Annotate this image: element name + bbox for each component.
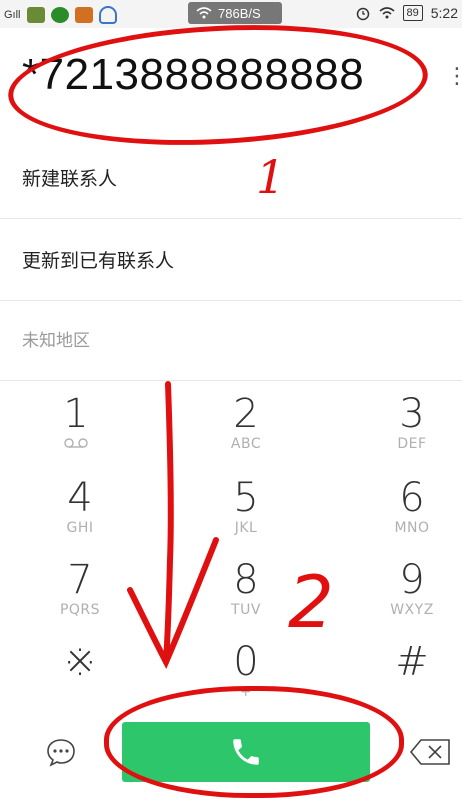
signal-indicator: Gıll — [4, 9, 21, 21]
key-9[interactable]: 9 WXYZ — [362, 558, 462, 618]
annotation-circle-2 — [104, 686, 404, 798]
key-4[interactable]: 4 GHI — [30, 476, 130, 536]
update-contact-label: 更新到已有联系人 — [22, 250, 175, 272]
key-8[interactable]: 8 TUV — [196, 558, 296, 618]
key-5[interactable]: 5 JKL — [196, 476, 296, 536]
mail-icon — [74, 7, 93, 23]
key-6[interactable]: 6 MNO — [362, 476, 462, 536]
clock: 5:22 — [430, 5, 458, 21]
new-contact-item[interactable]: 新建联系人 — [0, 138, 462, 219]
more-vert-icon[interactable]: ⋮ — [446, 64, 462, 89]
backspace-icon[interactable] — [404, 732, 456, 772]
alarm-icon — [356, 7, 369, 21]
voicemail-icon — [26, 436, 126, 452]
network-speed: 786B/S — [188, 2, 282, 24]
location-label: 未知地区 — [22, 331, 90, 351]
status-right: 89 5:22 — [355, 5, 458, 21]
key-3[interactable]: 3 DEF — [362, 392, 462, 452]
key-7[interactable]: 7 PQRS — [30, 558, 130, 618]
app-notification-icon — [26, 7, 45, 23]
new-contact-label: 新建联系人 — [22, 168, 118, 190]
qq-icon — [98, 6, 117, 24]
key-2[interactable]: 2 ABC — [196, 392, 296, 452]
network-speed-text: 786B/S — [218, 5, 261, 21]
message-icon[interactable] — [38, 732, 84, 772]
wifi-icon — [196, 7, 212, 19]
update-contact-item[interactable]: 更新到已有联系人 — [0, 220, 462, 301]
battery-indicator: 89 — [402, 5, 423, 21]
status-bar: Gıll 786B/S 89 5:22 — [0, 0, 462, 28]
key-1[interactable]: 1 — [26, 392, 126, 452]
status-left: Gıll — [4, 6, 117, 24]
wifi-icon — [378, 7, 395, 19]
key-pound[interactable]: # — [362, 640, 462, 684]
location-item: 未知地区 — [0, 300, 462, 381]
app-notification-icon — [50, 7, 69, 23]
key-star[interactable]: ※ — [30, 640, 130, 684]
